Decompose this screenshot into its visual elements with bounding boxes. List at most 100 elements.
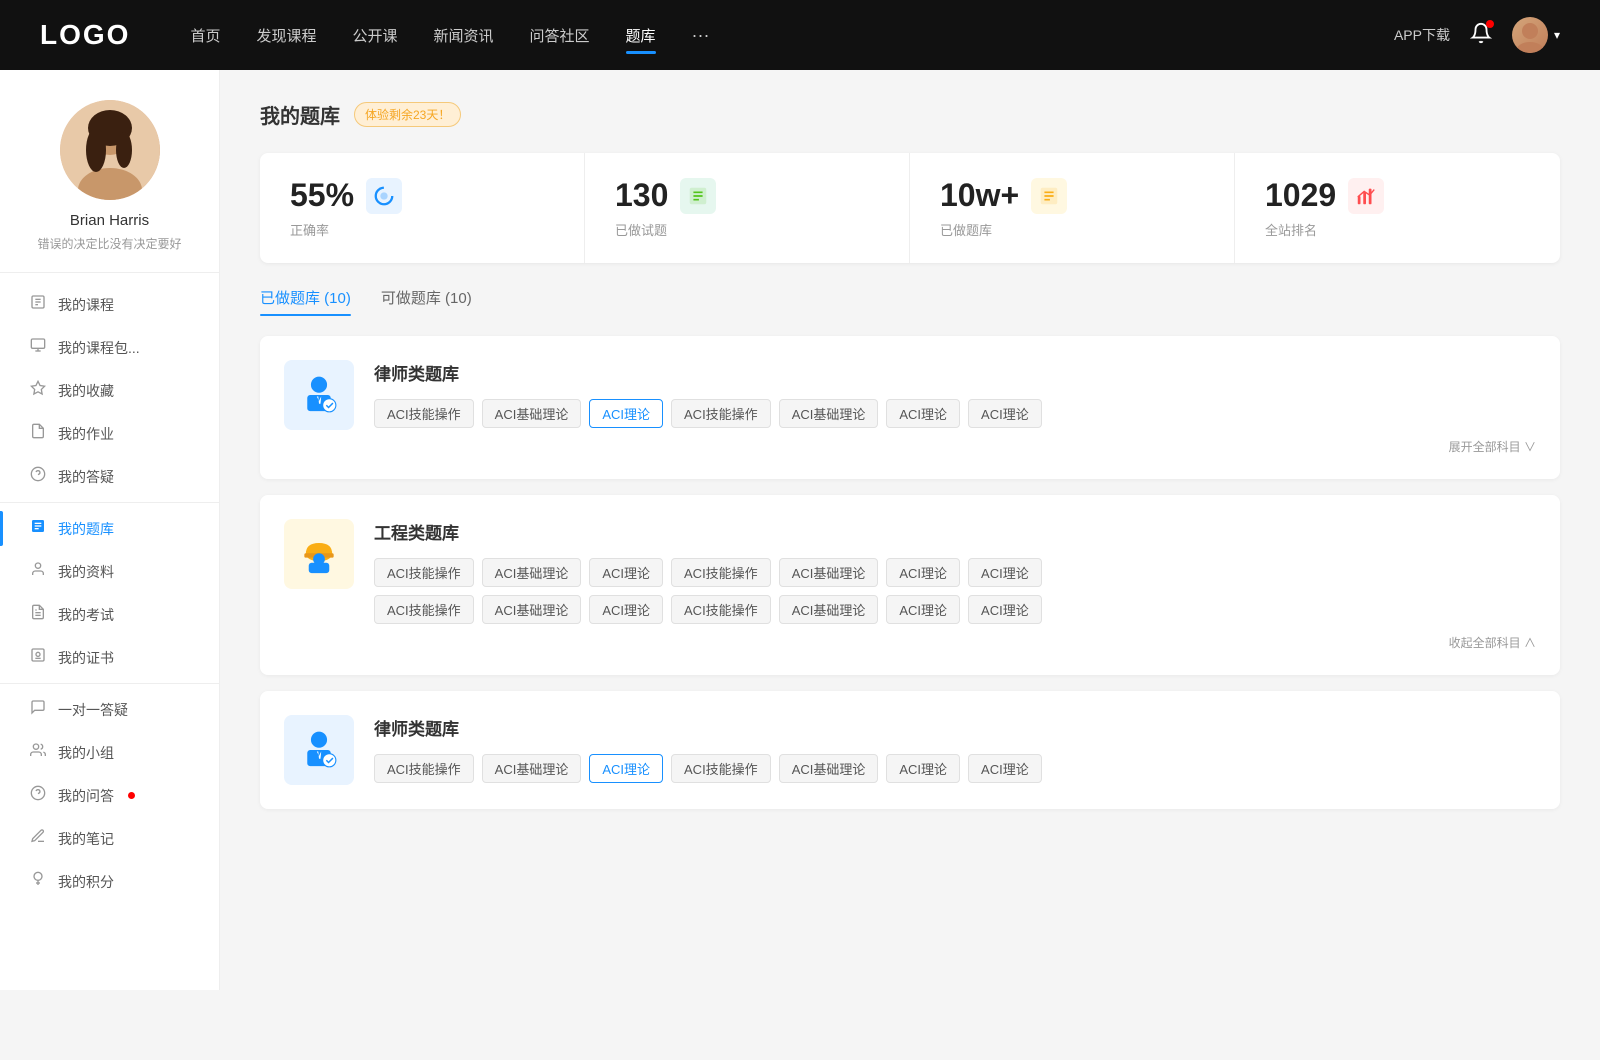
qbank-header-2: 工程类题库 ACI技能操作 ACI基础理论 ACI理论 ACI技能操作 ACI基… xyxy=(284,519,1536,651)
stat-rank: 1029 全站排名 xyxy=(1235,153,1560,263)
sidebar-label: 我的资料 xyxy=(58,562,114,582)
sidebar-item-my-data[interactable]: 我的资料 xyxy=(0,550,219,593)
nav-item-news[interactable]: 新闻资讯 xyxy=(434,21,494,50)
tag[interactable]: ACI理论 xyxy=(886,754,960,783)
sidebar-item-qa-mine[interactable]: 我的答疑 xyxy=(0,455,219,498)
tag-active[interactable]: ACI理论 xyxy=(589,399,663,428)
sidebar-label: 我的收藏 xyxy=(58,381,114,401)
sidebar-label: 我的笔记 xyxy=(58,829,114,849)
page-body: Brian Harris 错误的决定比没有决定要好 我的课程 我的课程包... xyxy=(0,70,1600,990)
course-icon xyxy=(30,294,46,315)
sidebar-item-certificate[interactable]: 我的证书 xyxy=(0,636,219,679)
done-icon-box xyxy=(680,178,716,214)
nav-item-qa[interactable]: 问答社区 xyxy=(530,21,590,50)
stat-value-row: 55% xyxy=(290,177,554,214)
stat-accuracy: 55% 正确率 xyxy=(260,153,585,263)
nav-item-qbank[interactable]: 题库 xyxy=(626,21,656,50)
tag[interactable]: ACI技能操作 xyxy=(374,399,474,428)
stat-done-value: 130 xyxy=(615,177,668,214)
logo[interactable]: LOGO xyxy=(40,19,130,51)
tag[interactable]: ACI基础理论 xyxy=(779,399,879,428)
sidebar-label: 我的课程 xyxy=(58,295,114,315)
exam-icon xyxy=(30,604,46,625)
qbank-title-engineer: 工程类题库 xyxy=(374,519,1536,544)
stat-banks-value: 10w+ xyxy=(940,177,1019,214)
profile-name: Brian Harris xyxy=(70,212,149,229)
nav-item-home[interactable]: 首页 xyxy=(190,21,220,50)
nav-item-discover[interactable]: 发现课程 xyxy=(256,21,316,50)
tag[interactable]: ACI理论 xyxy=(589,595,663,624)
sidebar-item-homework[interactable]: 我的作业 xyxy=(0,412,219,455)
tag[interactable]: ACI基础理论 xyxy=(482,399,582,428)
stat-done-label: 已做试题 xyxy=(615,220,879,239)
sidebar-item-favorites[interactable]: 我的收藏 xyxy=(0,369,219,412)
sidebar-item-notes[interactable]: 我的笔记 xyxy=(0,817,219,860)
stat-value-row-3: 10w+ xyxy=(940,177,1204,214)
tag[interactable]: ACI技能操作 xyxy=(374,595,474,624)
tag[interactable]: ACI理论 xyxy=(886,558,960,587)
sidebar-item-my-courses[interactable]: 我的课程 xyxy=(0,283,219,326)
points-icon xyxy=(30,871,46,892)
collapse-link-engineer[interactable]: 收起全部科目 ∧ xyxy=(374,634,1536,651)
header: LOGO 首页 发现课程 公开课 新闻资讯 问答社区 题库 ··· APP下载 … xyxy=(0,0,1600,70)
tag[interactable]: ACI理论 xyxy=(968,558,1042,587)
user-avatar-button[interactable]: ▾ xyxy=(1512,17,1560,53)
nav-more[interactable]: ··· xyxy=(692,25,710,46)
profile-avatar xyxy=(60,100,160,200)
tag[interactable]: ACI基础理论 xyxy=(482,558,582,587)
tag[interactable]: ACI理论 xyxy=(886,399,960,428)
tag[interactable]: ACI基础理论 xyxy=(482,595,582,624)
tag[interactable]: ACI理论 xyxy=(886,595,960,624)
rank-icon-box xyxy=(1348,178,1384,214)
sidebar-item-my-qa[interactable]: 我的问答 xyxy=(0,774,219,817)
sidebar-divider-2 xyxy=(0,683,219,684)
tab-available-banks[interactable]: 可做题库 (10) xyxy=(381,287,472,316)
tag[interactable]: ACI理论 xyxy=(968,595,1042,624)
sidebar-item-exam[interactable]: 我的考试 xyxy=(0,593,219,636)
tag[interactable]: ACI技能操作 xyxy=(374,558,474,587)
qa-badge-dot xyxy=(128,792,135,799)
nav-item-open[interactable]: 公开课 xyxy=(352,21,397,50)
notification-dot xyxy=(1486,20,1494,28)
user-menu-chevron: ▾ xyxy=(1554,28,1560,42)
tab-done-banks[interactable]: 已做题库 (10) xyxy=(260,287,351,316)
qbank-card-engineer: 工程类题库 ACI技能操作 ACI基础理论 ACI理论 ACI技能操作 ACI基… xyxy=(260,495,1560,675)
tags-row-lawyer-2: ACI技能操作 ACI基础理论 ACI理论 ACI技能操作 ACI基础理论 AC… xyxy=(374,754,1536,783)
sidebar-item-tutor[interactable]: 一对一答疑 xyxy=(0,688,219,731)
tags-row-engineer-1: ACI技能操作 ACI基础理论 ACI理论 ACI技能操作 ACI基础理论 AC… xyxy=(374,558,1536,587)
app-download-button[interactable]: APP下载 xyxy=(1394,25,1450,45)
tag[interactable]: ACI基础理论 xyxy=(779,595,879,624)
sidebar-label: 一对一答疑 xyxy=(58,700,128,720)
tag[interactable]: ACI理论 xyxy=(589,558,663,587)
qbank-content-3: 律师类题库 ACI技能操作 ACI基础理论 ACI理论 ACI技能操作 ACI基… xyxy=(374,715,1536,783)
sidebar-menu: 我的课程 我的课程包... 我的收藏 我的作业 xyxy=(0,273,219,913)
tag[interactable]: ACI技能操作 xyxy=(671,595,771,624)
tag[interactable]: ACI理论 xyxy=(968,399,1042,428)
tabs-row: 已做题库 (10) 可做题库 (10) xyxy=(260,287,1560,316)
tag[interactable]: ACI基础理论 xyxy=(779,558,879,587)
tag[interactable]: ACI技能操作 xyxy=(671,754,771,783)
engineer-icon-wrapper xyxy=(284,519,354,589)
stats-row: 55% 正确率 130 xyxy=(260,153,1560,263)
tag[interactable]: ACI理论 xyxy=(968,754,1042,783)
page-title: 我的题库 xyxy=(260,100,340,129)
notification-bell[interactable] xyxy=(1470,22,1492,49)
tag[interactable]: ACI技能操作 xyxy=(374,754,474,783)
sidebar-item-course-package[interactable]: 我的课程包... xyxy=(0,326,219,369)
expand-link-lawyer-1[interactable]: 展开全部科目 ∨ xyxy=(374,438,1536,455)
sidebar-item-group[interactable]: 我的小组 xyxy=(0,731,219,774)
stat-accuracy-label: 正确率 xyxy=(290,220,554,239)
sidebar-item-qbank[interactable]: 我的题库 xyxy=(0,507,219,550)
tag[interactable]: ACI技能操作 xyxy=(671,558,771,587)
sidebar-label: 我的作业 xyxy=(58,424,114,444)
tag[interactable]: ACI基础理论 xyxy=(482,754,582,783)
tag[interactable]: ACI基础理论 xyxy=(779,754,879,783)
package-icon xyxy=(30,337,46,358)
tag-active[interactable]: ACI理论 xyxy=(589,754,663,783)
main-content: 我的题库 体验剩余23天！ 55% 正确率 13 xyxy=(220,70,1600,990)
sidebar-label: 我的课程包... xyxy=(58,338,140,358)
qbank-header: 律师类题库 ACI技能操作 ACI基础理论 ACI理论 ACI技能操作 ACI基… xyxy=(284,360,1536,455)
tag[interactable]: ACI技能操作 xyxy=(671,399,771,428)
sidebar-label: 我的题库 xyxy=(58,519,114,539)
sidebar-item-points[interactable]: 我的积分 xyxy=(0,860,219,903)
